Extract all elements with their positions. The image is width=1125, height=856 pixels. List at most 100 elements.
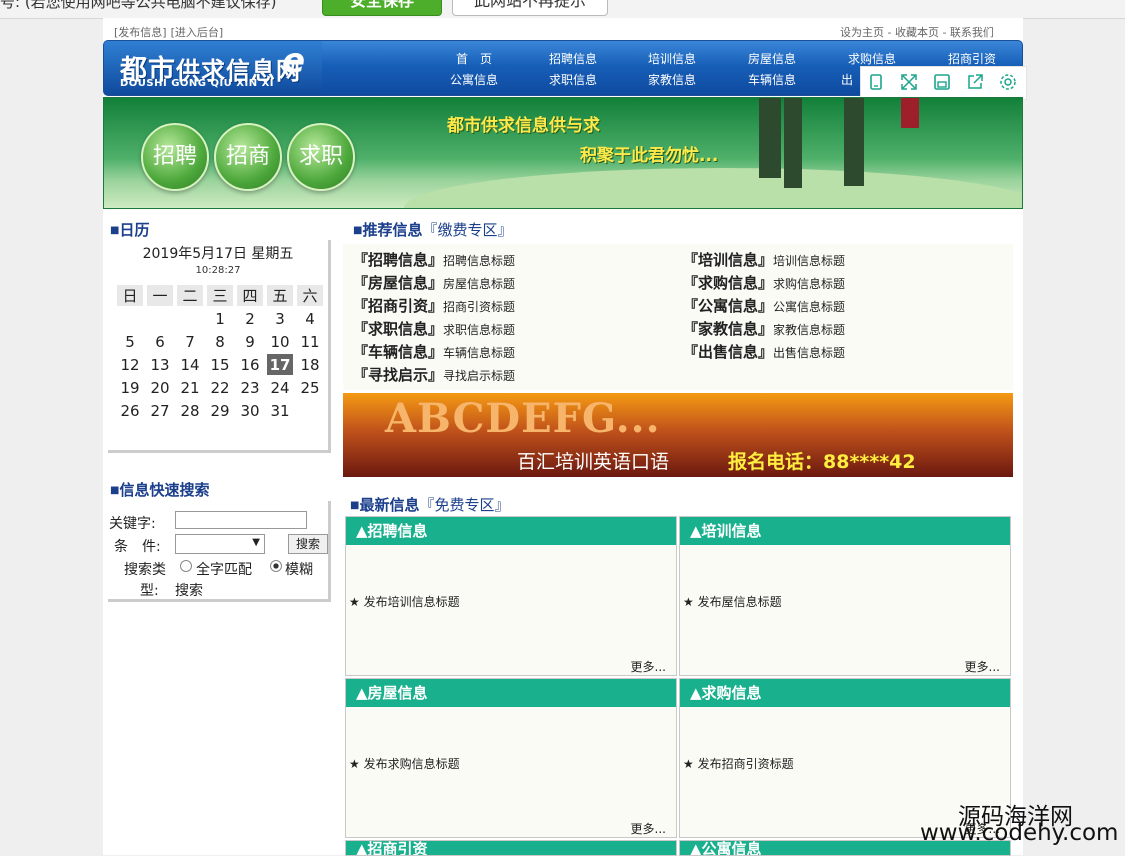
calendar-day: 5 (125, 332, 135, 351)
panel-header[interactable]: ▲求购信息 (680, 679, 1010, 707)
calendar-today: 17 (267, 354, 293, 375)
calendar-day: 23 (240, 378, 260, 397)
banner-hill (404, 168, 1022, 208)
search-type-label-2: 型: (140, 583, 159, 599)
calendar-day: 24 (270, 378, 290, 397)
nav-home[interactable]: 首 页 (439, 50, 509, 67)
fullscreen-icon[interactable] (900, 73, 918, 91)
panel-header[interactable]: ▲招商引资 (346, 841, 676, 855)
banner-recruit-bubble[interactable]: 招聘 (141, 123, 209, 191)
banner-slogan-2: 积聚于此君勿忧... (580, 146, 719, 166)
settings-icon[interactable] (999, 73, 1017, 91)
rec-item[interactable]: 『培训信息』培训信息标题 (683, 249, 845, 270)
latest-panel-housing: ▲房屋信息 ★ 发布求购信息标题 更多... (345, 678, 677, 838)
radio-full-match[interactable] (180, 560, 192, 572)
rec-item[interactable]: 『招商引资』招商引资标题 (353, 295, 515, 316)
phone-icon[interactable] (867, 73, 885, 91)
calendar-day: 27 (150, 401, 170, 420)
admin-link[interactable]: [进入后台] (171, 26, 224, 39)
weekday-header: 四 (237, 285, 263, 306)
nav-sale[interactable]: 出 (837, 71, 857, 88)
calendar-grid: 日 一 二 三 四 五 六 1234 5 6 7 8 9 10 11 12 13 14 15 16 1… (113, 283, 327, 423)
calendar-date: 2019年5月17日 星期五 (142, 246, 294, 262)
banner-investment-bubble[interactable]: 招商 (214, 123, 282, 191)
nav-training[interactable]: 培训信息 (637, 50, 707, 67)
search-widget: 关键字: 条 件: ▼ 搜索 搜索类 型: 搜索 全字匹配 模糊 (108, 501, 331, 602)
panel-item[interactable]: ★ 发布求购信息标题 (349, 755, 460, 772)
weekday-header: 六 (297, 285, 323, 306)
ad-phone: 报名电话：88****42 (728, 451, 916, 473)
full-match-label: 全字匹配 (196, 562, 252, 578)
rec-item[interactable]: 『家教信息』家教信息标题 (683, 318, 845, 339)
ad-banner[interactable]: ABCDEFG... 百汇培训英语口语 报名电话：88****42 (343, 393, 1013, 477)
more-link[interactable]: 更多... (631, 820, 666, 837)
panel-item[interactable]: ★ 发布屋信息标题 (683, 593, 782, 610)
calendar-day: 20 (150, 378, 170, 397)
panel-header[interactable]: ▲培训信息 (680, 517, 1010, 545)
rec-item[interactable]: 『房屋信息』房屋信息标题 (353, 272, 515, 293)
more-link[interactable]: 更多... (965, 658, 1000, 675)
rec-item[interactable]: 『公寓信息』公寓信息标题 (683, 295, 845, 316)
calendar-widget: 2019年5月17日 星期五 10:28:27 日 一 二 三 四 五 六 12… (108, 240, 331, 453)
calendar-day: 25 (300, 378, 320, 397)
safe-save-button[interactable]: 安全保存 (322, 0, 442, 16)
nav-vehicles[interactable]: 车辆信息 (737, 71, 807, 88)
more-link[interactable]: 更多... (631, 658, 666, 675)
latest-title: ■最新信息『免费专区』 (350, 496, 510, 514)
calendar-day (297, 400, 323, 421)
rec-item[interactable]: 『招聘信息』招聘信息标题 (353, 249, 515, 270)
ad-name: 百汇培训英语口语 (517, 451, 670, 473)
calendar-title: ■日历 (110, 221, 150, 239)
nav-job-seeking[interactable]: 求职信息 (538, 71, 608, 88)
calendar-day (147, 308, 173, 329)
nav-investment[interactable]: 招商引资 (937, 50, 1007, 67)
search-type-label-1: 搜索类 (124, 562, 166, 578)
nav-housing[interactable]: 房屋信息 (737, 50, 807, 67)
calendar-day: 13 (150, 355, 170, 374)
calendar-day: 21 (180, 378, 200, 397)
nav-purchase[interactable]: 求购信息 (837, 50, 907, 67)
rec-item[interactable]: 『寻找启示』寻找启示标题 (353, 364, 515, 385)
panel-header[interactable]: ▲招聘信息 (346, 517, 676, 545)
nav-tutoring[interactable]: 家教信息 (637, 71, 707, 88)
search-title: ■信息快速搜索 (110, 481, 210, 499)
calendar-day: 29 (210, 401, 230, 420)
panel-item[interactable]: ★ 发布招商引资标题 (683, 755, 794, 772)
nav-apartment[interactable]: 公寓信息 (439, 71, 509, 88)
calendar-day: 11 (300, 332, 320, 351)
banner-slogan-1: 都市供求信息供与求 (447, 116, 600, 136)
calendar-day: 6 (155, 332, 165, 351)
top-links-right[interactable]: 设为主页 - 收藏本页 - 联系我们 (840, 24, 994, 40)
chevron-down-icon: ▼ (252, 537, 260, 548)
keyword-label: 关键字: (109, 516, 156, 532)
save-icon[interactable] (933, 73, 951, 91)
search-button[interactable]: 搜索 (288, 534, 328, 554)
banner-bag (901, 98, 919, 128)
banner-figure-leg (759, 98, 781, 178)
rec-item[interactable]: 『求职信息』求职信息标题 (353, 318, 515, 339)
panel-item[interactable]: ★ 发布培训信息标题 (349, 593, 460, 610)
share-icon[interactable] (966, 73, 984, 91)
no-prompt-button[interactable]: 此网站不再提示 (452, 0, 608, 16)
calendar-day: 18 (300, 355, 320, 374)
radio-fuzzy-match[interactable] (270, 560, 282, 572)
publish-info-link[interactable]: [发布信息] (114, 26, 167, 39)
nav-recruitment[interactable]: 招聘信息 (538, 50, 608, 67)
keyword-input[interactable] (175, 511, 307, 529)
condition-select[interactable]: ▼ (175, 534, 265, 554)
rec-item[interactable]: 『出售信息』出售信息标题 (683, 341, 845, 362)
banner-jobseek-bubble[interactable]: 求职 (287, 123, 355, 191)
banner-figure-leg (844, 98, 864, 186)
panel-header[interactable]: ▲房屋信息 (346, 679, 676, 707)
rec-item[interactable]: 『车辆信息』车辆信息标题 (353, 341, 515, 362)
site-logo[interactable]: 都市供求信息网 DOUSHI GONG QIU XIN XI e (104, 41, 322, 95)
logo-pinyin: DOUSHI GONG QIU XIN XI (120, 78, 274, 89)
recommended-title: ■推荐信息『缴费专区』 (353, 221, 513, 239)
browser-save-prompt-bar: 号: (若您使用网吧等公共电脑不建议保存) 安全保存 此网站不再提示 (0, 0, 1125, 19)
calendar-day (117, 308, 143, 329)
fuzzy-match-label: 模糊 (285, 562, 313, 578)
top-links-left: [发布信息] [进入后台] (114, 24, 227, 40)
recommended-list: 『招聘信息』招聘信息标题 『培训信息』培训信息标题 『房屋信息』房屋信息标题 『… (343, 244, 1013, 390)
calendar-day: 30 (240, 401, 260, 420)
rec-item[interactable]: 『求购信息』求购信息标题 (683, 272, 845, 293)
